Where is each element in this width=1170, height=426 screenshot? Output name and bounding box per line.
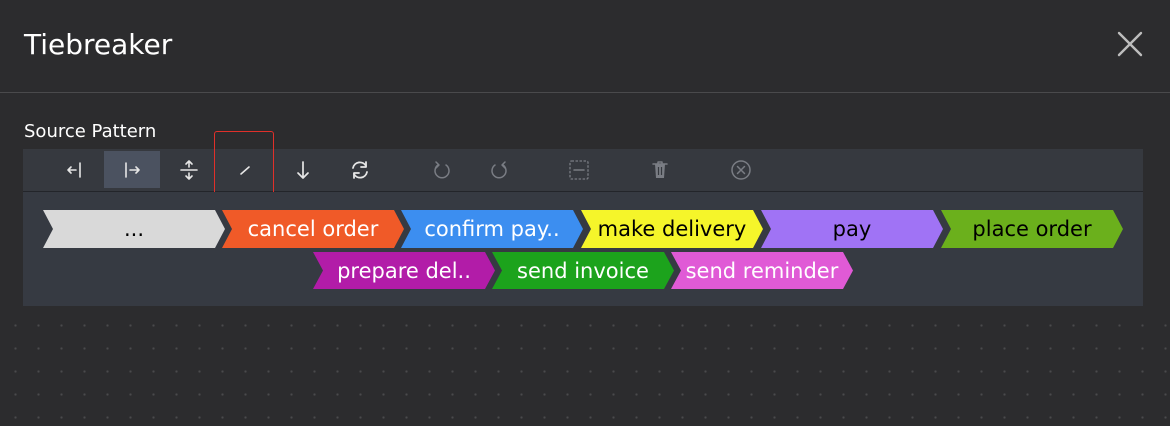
source-pattern-label: Source Pattern: [24, 121, 157, 142]
activity-chip[interactable]: prepare del..: [313, 252, 495, 289]
redo-button[interactable]: [471, 151, 527, 188]
dialog-title: Tiebreaker: [24, 28, 173, 61]
align-left-icon: [67, 161, 81, 178]
dialog-header: Tiebreaker: [0, 0, 1170, 93]
activity-label: pay: [832, 217, 872, 241]
align-left-button[interactable]: [47, 151, 103, 188]
refresh-button[interactable]: [332, 151, 388, 188]
activity-label: prepare del..: [337, 258, 471, 283]
activity-label: confirm pay..: [424, 217, 560, 241]
align-right-button[interactable]: [104, 151, 160, 188]
activity-chip[interactable]: place order: [941, 210, 1123, 248]
arrow-down-icon: [297, 160, 309, 179]
collapse-icon: [569, 159, 589, 180]
expand-vertical-icon: [180, 159, 198, 180]
delete-button[interactable]: [632, 151, 688, 188]
undo-button[interactable]: [414, 151, 470, 188]
align-right-icon: [125, 161, 140, 178]
trash-icon: [652, 160, 668, 178]
expand-vertical-button[interactable]: [161, 151, 217, 188]
activity-chip[interactable]: make delivery: [581, 210, 763, 248]
activity-label: send reminder: [685, 258, 839, 283]
undo-icon: [434, 160, 450, 178]
activity-label: place order: [972, 217, 1092, 241]
close-button[interactable]: [1112, 26, 1148, 62]
activity-chip[interactable]: send reminder: [671, 252, 853, 289]
activity-label: send invoice: [517, 258, 649, 283]
clear-icon: [731, 159, 751, 180]
collapse-button[interactable]: [551, 151, 607, 188]
redo-icon: [491, 160, 507, 178]
clear-button[interactable]: [713, 151, 769, 188]
activity-chip[interactable]: confirm pay..: [401, 210, 583, 248]
refresh-icon: [352, 160, 368, 179]
edit-line-button[interactable]: [217, 151, 273, 188]
activity-label: make delivery: [597, 217, 747, 241]
pattern-toolbar: [23, 149, 1143, 192]
edit-line-icon: [240, 165, 250, 175]
activity-label: ...: [123, 217, 145, 241]
arrow-down-button[interactable]: [275, 151, 331, 188]
activity-label: cancel order: [247, 217, 379, 241]
pattern-panel: ... cancel order confirm pay.. make deli…: [23, 192, 1143, 306]
activity-chip[interactable]: ...: [43, 210, 225, 248]
activity-chip[interactable]: cancel order: [222, 210, 404, 248]
canvas-dot-grid: [0, 306, 1170, 426]
activity-chip[interactable]: send invoice: [492, 252, 674, 289]
activity-chip[interactable]: pay: [761, 210, 943, 248]
close-icon: [1117, 31, 1143, 57]
